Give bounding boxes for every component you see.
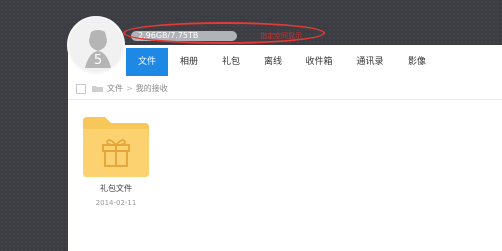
tab-files[interactable]: 文件	[126, 48, 168, 76]
breadcrumb-separator: >	[126, 84, 133, 93]
breadcrumb-current: 我的接收	[135, 84, 168, 93]
file-name[interactable]: 礼包文件	[83, 183, 149, 194]
file-date: 2014-02-11	[95, 199, 137, 207]
breadcrumb: 文件 > 我的接收	[107, 83, 168, 95]
gift-folder-icon	[83, 117, 149, 177]
avatar[interactable]: 5	[67, 16, 125, 74]
nav-tabs: 文件 相册 礼包 离线 收件箱 通讯录 影像	[126, 48, 502, 76]
folder-icon	[92, 86, 103, 92]
breadcrumb-root[interactable]: 文件	[107, 84, 123, 93]
file-item-gift-folder[interactable]: 礼包文件 2014-02-11	[83, 117, 149, 217]
storage-annotation-text: 指定空间显示	[260, 32, 302, 40]
tab-gift-package[interactable]: 礼包	[210, 48, 252, 76]
tab-inbox[interactable]: 收件箱	[294, 48, 344, 76]
tab-photos[interactable]: 相册	[168, 48, 210, 76]
file-toolbar: 文件 > 我的接收	[68, 78, 502, 100]
select-all-checkbox[interactable]	[76, 84, 86, 94]
tab-contacts[interactable]: 通讯录	[344, 48, 396, 76]
tab-offline[interactable]: 离线	[252, 48, 294, 76]
tab-video[interactable]: 影像	[396, 48, 438, 76]
svg-text:5: 5	[94, 53, 102, 68]
